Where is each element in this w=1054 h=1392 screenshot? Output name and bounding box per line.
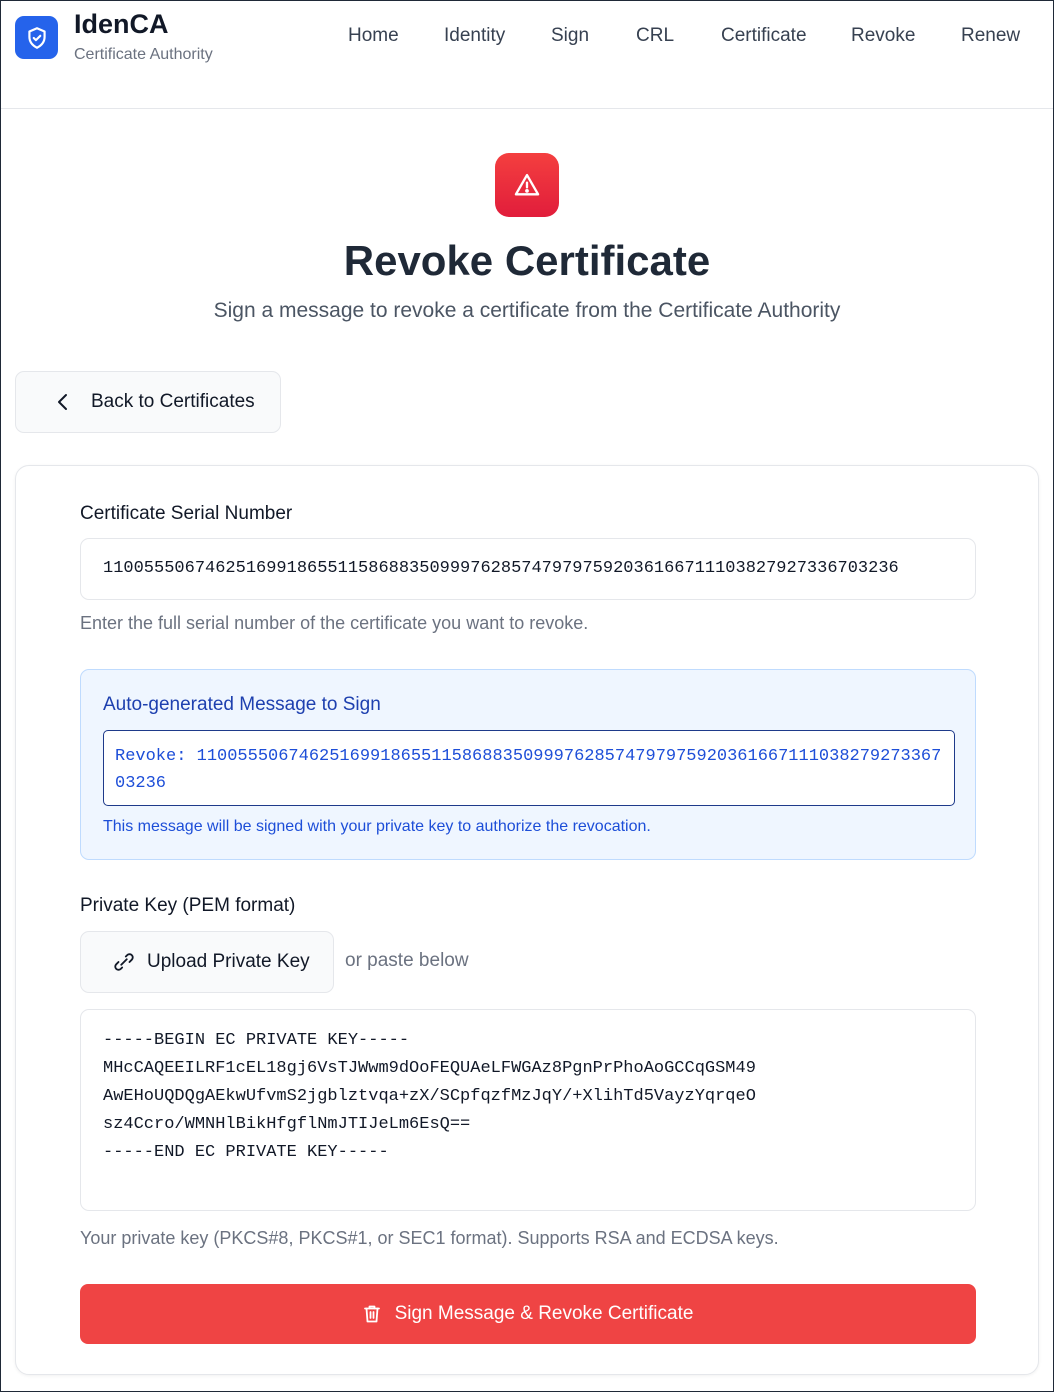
warning-triangle-icon: [495, 153, 559, 217]
page-subtitle: Sign a message to revoke a certificate f…: [213, 299, 841, 322]
upload-button-label: Upload Private Key: [147, 951, 310, 972]
private-key-textarea[interactable]: -----BEGIN EC PRIVATE KEY----- MHcCAQEEI…: [80, 1009, 976, 1211]
nav-sign[interactable]: Sign: [551, 25, 589, 47]
page-title: Revoke Certificate: [343, 237, 711, 284]
revoke-form-card: Certificate Serial Number 11005550674625…: [15, 465, 1039, 1375]
chevron-left-icon: [56, 392, 72, 412]
private-key-hint: Your private key (PKCS#8, PKCS#1, or SEC…: [80, 1228, 779, 1248]
sign-and-revoke-label: Sign Message & Revoke Certificate: [394, 1303, 694, 1324]
trash-icon: [363, 1304, 383, 1324]
nav-certificate[interactable]: Certificate: [721, 25, 807, 47]
message-to-sign-title: Auto-generated Message to Sign: [103, 694, 381, 715]
top-header: IdenCA Certificate Authority Home Identi…: [1, 1, 1053, 109]
nav-home[interactable]: Home: [348, 25, 399, 47]
serial-number-input[interactable]: 1100555067462516991865511586883509997628…: [80, 538, 976, 600]
or-paste-below-text: or paste below: [345, 950, 469, 971]
nav-crl[interactable]: CRL: [636, 25, 674, 47]
message-to-sign-panel: Auto-generated Message to Sign Revoke: 1…: [80, 669, 976, 860]
serial-number-label: Certificate Serial Number: [80, 503, 293, 524]
back-button-label: Back to Certificates: [91, 391, 255, 412]
message-to-sign-field[interactable]: Revoke: 11005550674625169918655115868835…: [103, 730, 955, 806]
sign-and-revoke-button[interactable]: Sign Message & Revoke Certificate: [80, 1284, 976, 1344]
serial-number-hint: Enter the full serial number of the cert…: [80, 613, 589, 633]
upload-private-key-button[interactable]: Upload Private Key: [80, 931, 334, 993]
nav-identity[interactable]: Identity: [444, 25, 505, 47]
link-icon: [113, 951, 135, 973]
private-key-label: Private Key (PEM format): [80, 895, 296, 916]
back-to-certificates-button[interactable]: Back to Certificates: [15, 371, 281, 433]
nav-renew[interactable]: Renew: [961, 25, 1020, 47]
nav-revoke[interactable]: Revoke: [851, 25, 915, 47]
main-nav: Home Identity Sign CRL Certificate Revok…: [1, 25, 1053, 49]
message-to-sign-note: This message will be signed with your pr…: [103, 818, 651, 835]
